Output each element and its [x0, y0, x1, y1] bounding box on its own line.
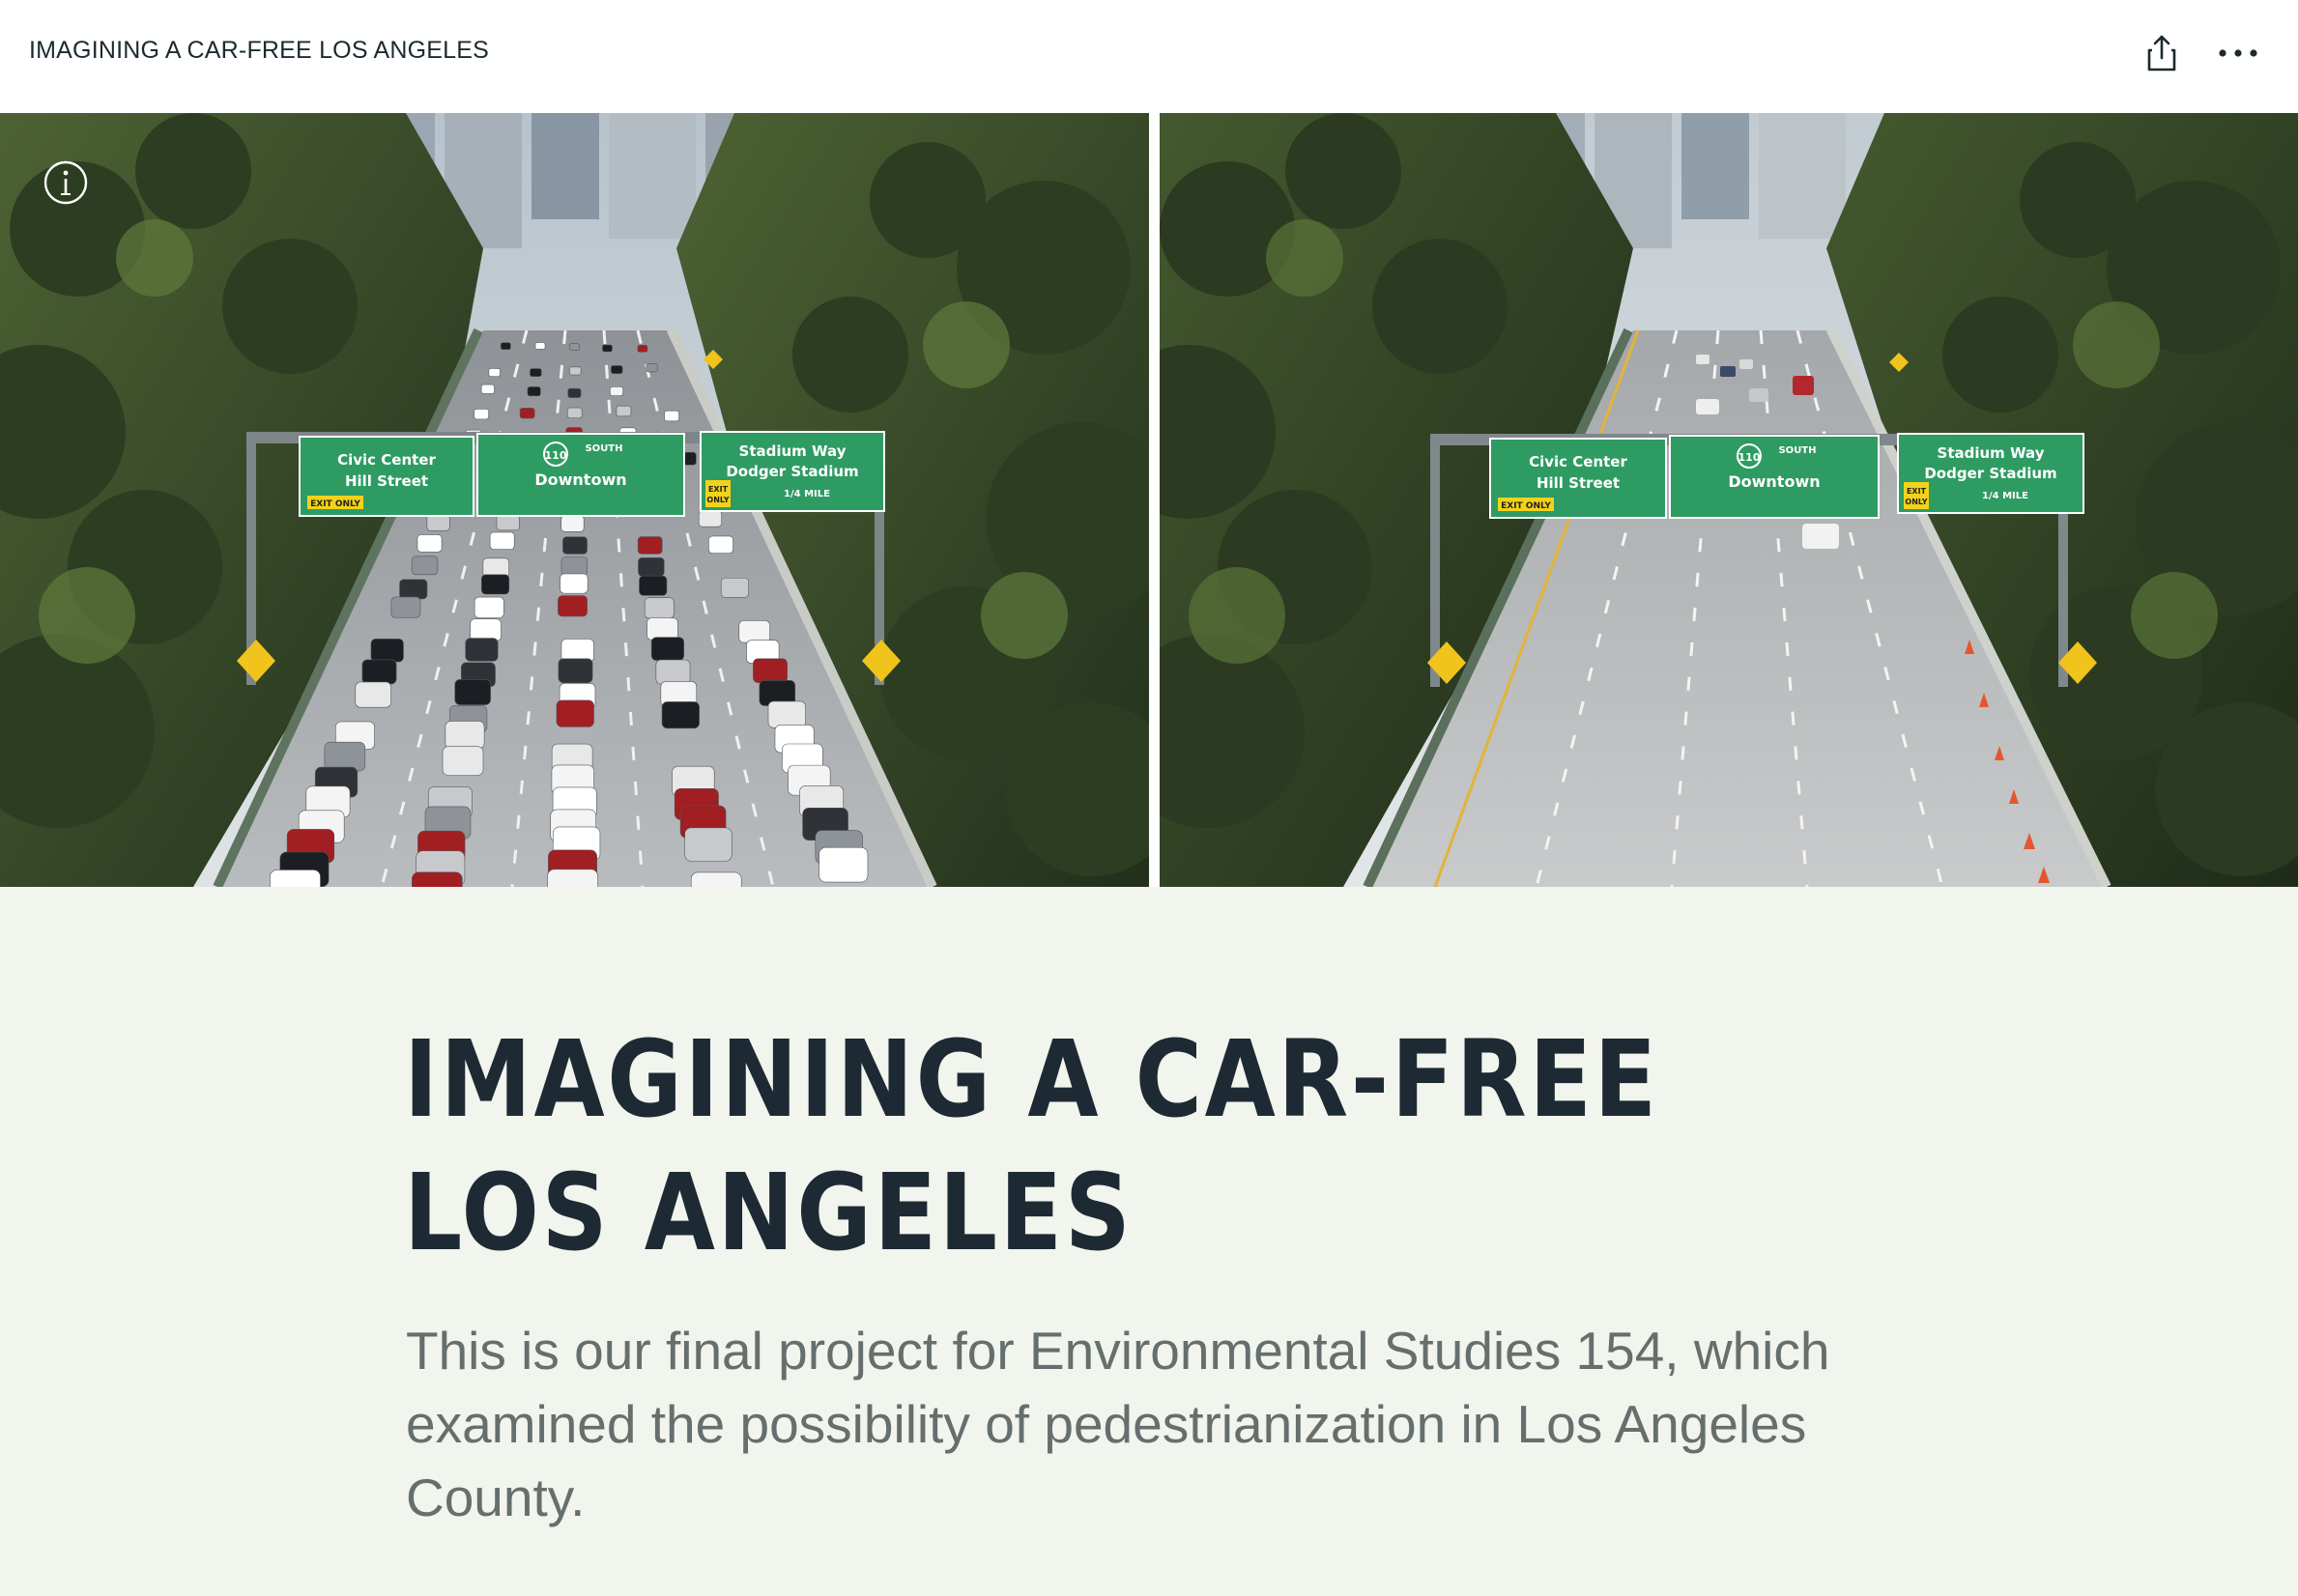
share-icon	[2147, 35, 2176, 71]
svg-text:Stadium Way: Stadium Way	[739, 442, 847, 460]
story-intro: IMAGINING A CAR-FREE LOS ANGELES This is…	[0, 887, 2298, 1596]
svg-text:Hill Street: Hill Street	[345, 472, 428, 490]
page-title: IMAGINING A CAR-FREE LOS ANGELES	[404, 1017, 1659, 1274]
svg-text:EXIT: EXIT	[708, 485, 729, 494]
svg-text:ONLY: ONLY	[706, 496, 729, 504]
svg-text:EXIT: EXIT	[1907, 487, 1927, 496]
hero-image-pair: Civic Center Hill Street EXIT ONLY 110 S…	[0, 113, 2298, 887]
more-options-button[interactable]	[2217, 37, 2259, 70]
share-button[interactable]	[2143, 33, 2180, 73]
svg-text:EXIT ONLY: EXIT ONLY	[1501, 501, 1551, 511]
svg-text:Dodger Stadium: Dodger Stadium	[726, 463, 858, 480]
top-bar: IMAGINING A CAR-FREE LOS ANGELES	[0, 0, 2298, 113]
svg-text:Hill Street: Hill Street	[1537, 474, 1620, 492]
svg-text:Downtown: Downtown	[1728, 472, 1820, 491]
svg-text:EXIT ONLY: EXIT ONLY	[310, 499, 360, 509]
svg-text:SOUTH: SOUTH	[585, 443, 622, 454]
svg-text:110: 110	[545, 449, 567, 462]
svg-text:Civic Center: Civic Center	[1529, 453, 1627, 470]
svg-text:Stadium Way: Stadium Way	[1938, 444, 2045, 462]
svg-text:ONLY: ONLY	[1905, 498, 1927, 506]
svg-text:Dodger Stadium: Dodger Stadium	[1924, 465, 2056, 482]
traffic-photo[interactable]: Civic Center Hill Street EXIT ONLY 110 S…	[0, 113, 1149, 887]
info-button[interactable]	[43, 159, 89, 206]
svg-text:1/4 MILE: 1/4 MILE	[784, 489, 830, 499]
story-description: This is our final project for Environmen…	[406, 1321, 1830, 1527]
empty-freeway-photo[interactable]: Civic Center Hill Street EXIT ONLY 110 S…	[1160, 113, 2298, 887]
svg-text:1/4 MILE: 1/4 MILE	[1982, 491, 2028, 501]
svg-text:110: 110	[1738, 451, 1761, 464]
svg-text:SOUTH: SOUTH	[1778, 445, 1816, 456]
site-title[interactable]: IMAGINING A CAR-FREE LOS ANGELES	[29, 37, 489, 65]
more-horizontal-icon	[2219, 49, 2257, 57]
svg-text:Civic Center: Civic Center	[337, 451, 436, 469]
svg-text:Downtown: Downtown	[534, 470, 626, 489]
info-icon	[43, 160, 88, 205]
